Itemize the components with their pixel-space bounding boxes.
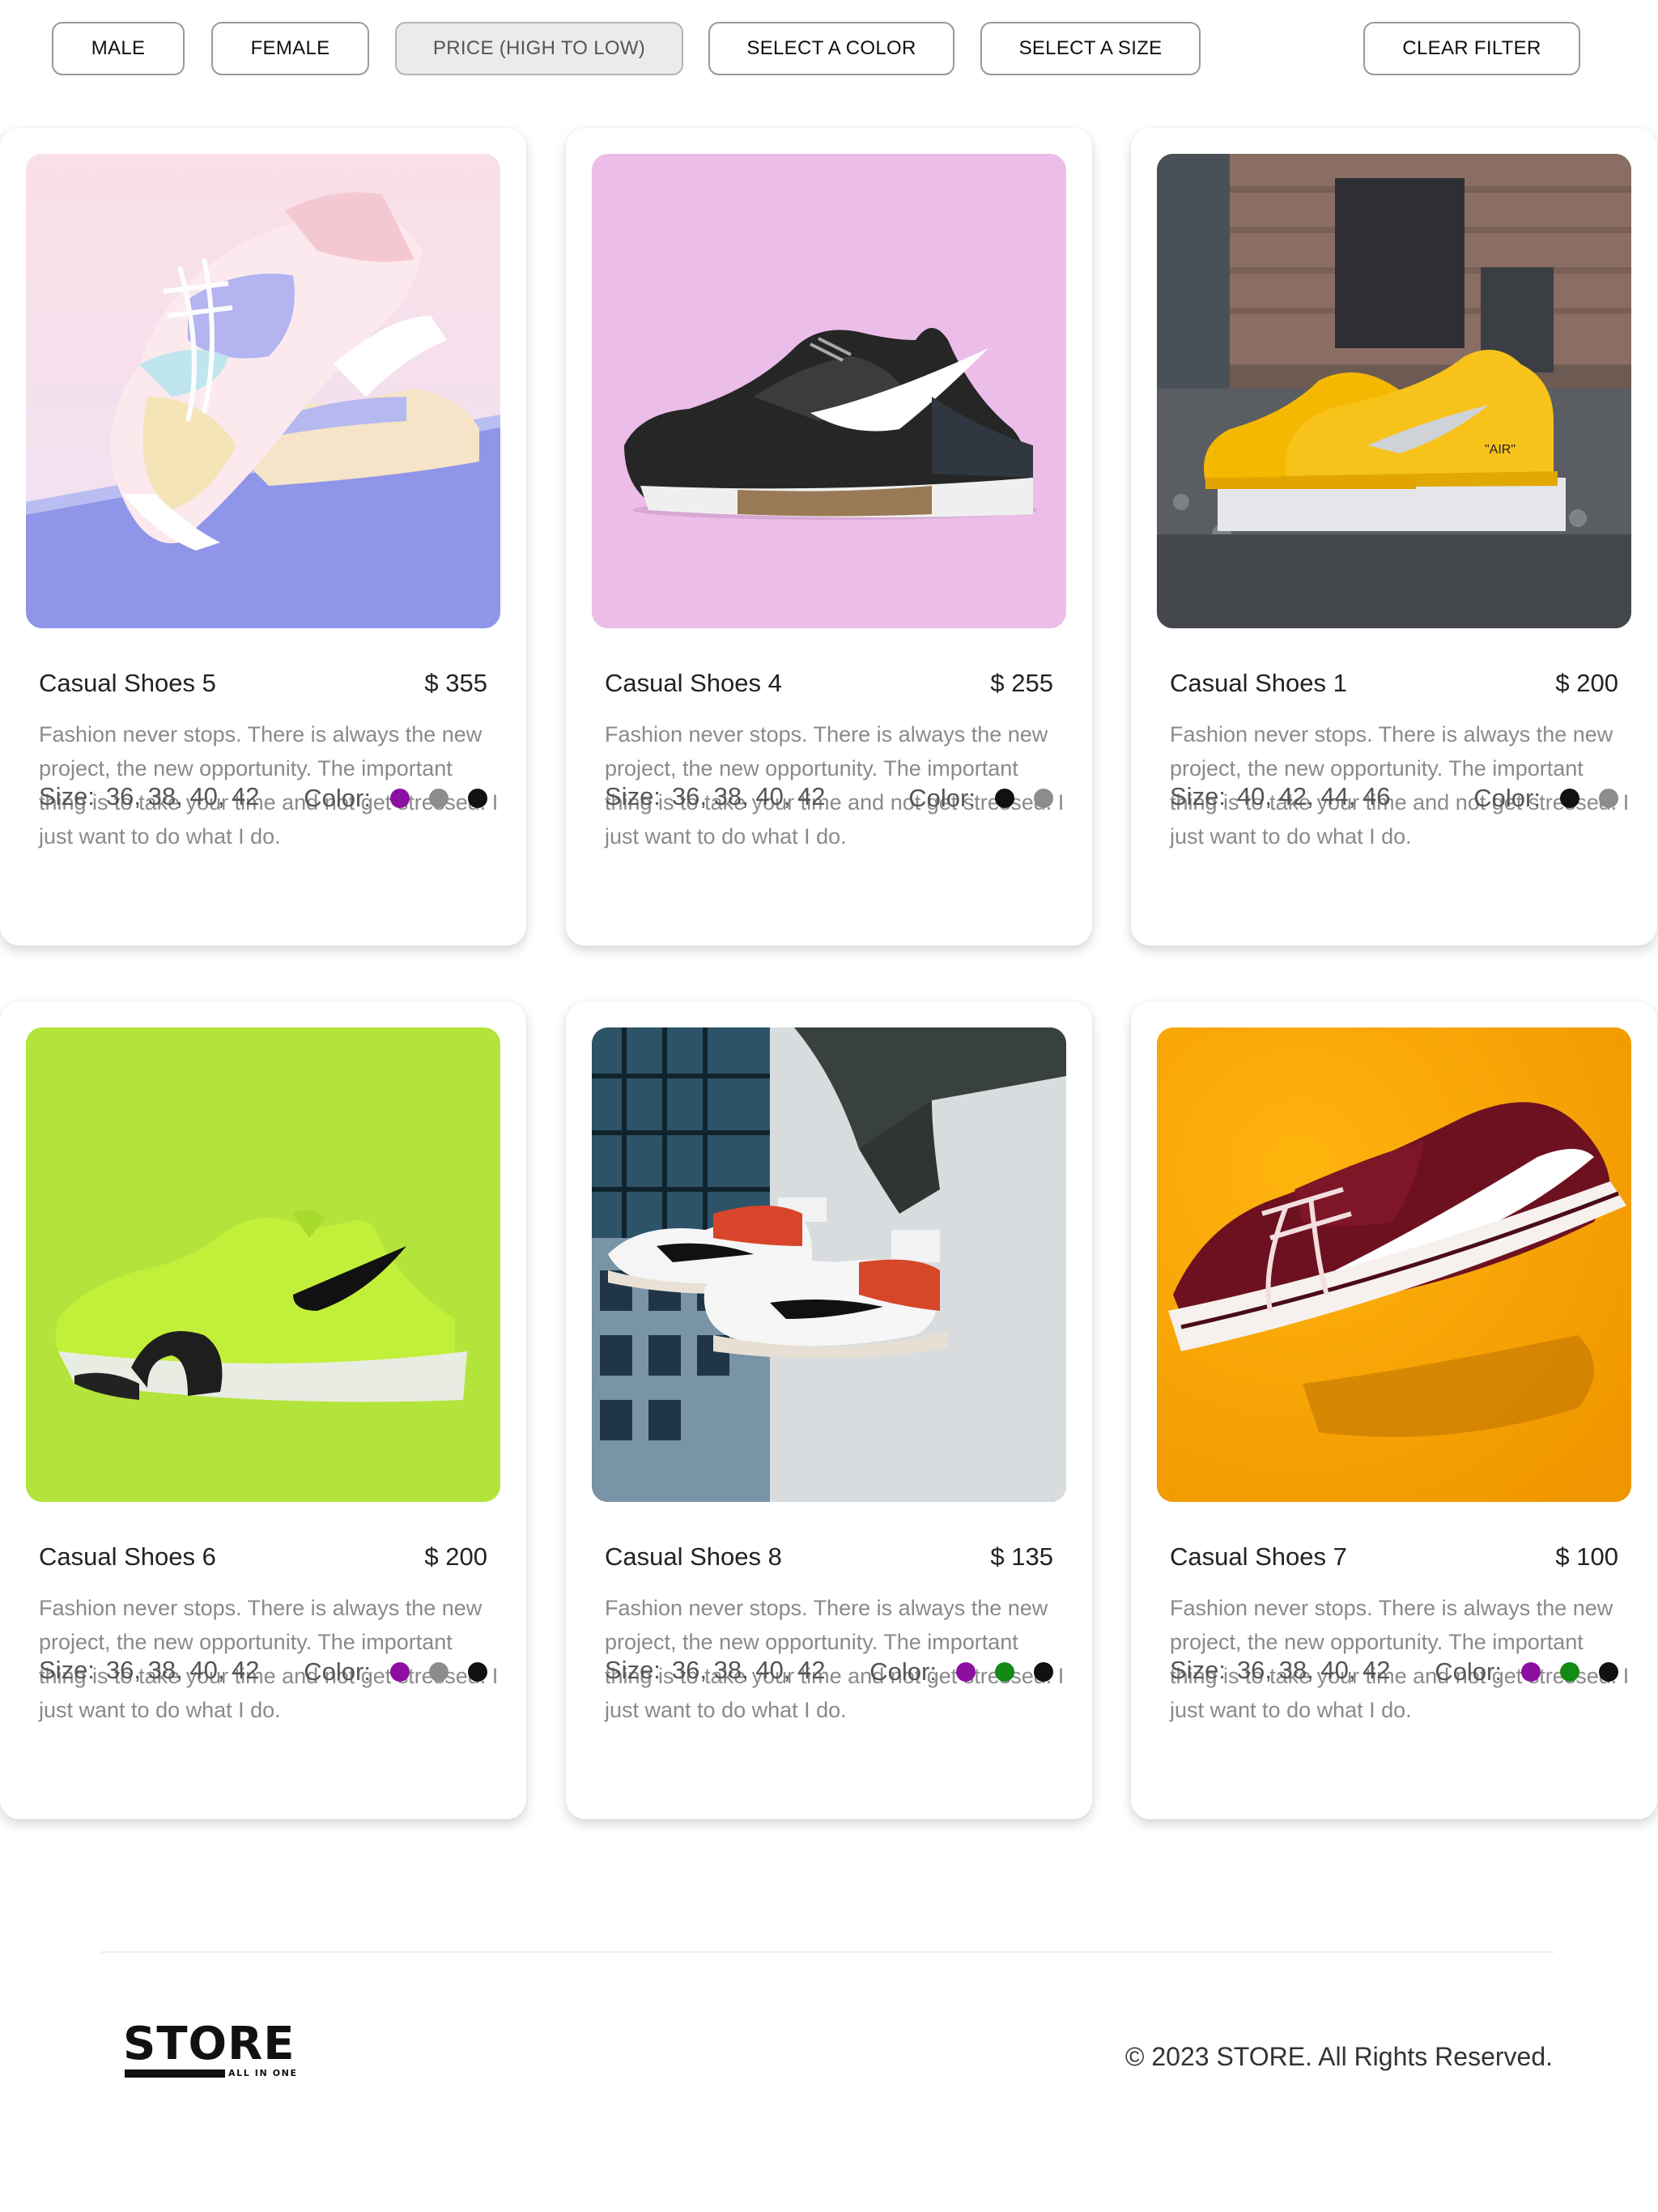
product-price: $ 135 [990,1542,1053,1571]
copyright-text: © 2023 STORE. All Rights Reserved. [1124,2042,1553,2071]
lime-runner-photo[interactable] [26,1027,500,1502]
color-swatch-gray[interactable] [1599,789,1618,808]
product-meta: Size: 36, 38, 40, 42 Color: [605,782,1053,815]
size-label: Size: [605,1656,661,1684]
filter-female-button[interactable]: FEMALE [211,22,369,75]
product-name[interactable]: Casual Shoes 7 [1170,1542,1347,1572]
size-label: Size: [1170,1656,1226,1684]
color-label: Color: [1435,1657,1502,1686]
size-label: Size: [39,1656,95,1684]
product-price: $ 355 [424,669,487,697]
product-meta: Size: 36, 38, 40, 42 Color: [39,1656,487,1688]
color-swatch-black[interactable] [468,1662,487,1682]
size-values: 36, 38, 40, 42 [671,782,826,810]
product-card[interactable]: Casual Shoes 7 $ 100 Fashion never stops. … [1131,1002,1657,1819]
color-label: Color: [1473,784,1541,812]
color-label: Color: [304,784,371,812]
size-info: Size: 36, 38, 40, 42 [605,1656,826,1685]
sort-price-button[interactable]: PRICE (HIGH TO LOW) [395,22,683,75]
color-label: Color: [304,1657,371,1686]
select-color-button[interactable]: SELECT A COLOR [708,22,954,75]
size-info: Size: 36, 38, 40, 42 [605,782,826,811]
product-price: $ 200 [1555,669,1618,697]
color-options: Color: [869,1656,1053,1688]
color-options: Color: [304,1656,487,1688]
color-label: Color: [869,1657,937,1686]
color-options: Color: [908,782,1053,815]
size-info: Size: 40, 42, 44, 46 [1170,782,1391,811]
size-values: 36, 38, 40, 42 [1236,1656,1391,1684]
color-swatch-black[interactable] [1034,1662,1053,1682]
color-swatch-gray[interactable] [429,1662,449,1682]
size-values: 36, 38, 40, 42 [105,1656,260,1684]
color-swatch-purple[interactable] [956,1662,976,1682]
logo-underline [125,2069,225,2078]
black-trainer-photo[interactable] [592,154,1066,628]
pastel-sneaker-photo[interactable] [26,154,500,628]
filter-bar: MALE FEMALE PRICE (HIGH TO LOW) SELECT A… [0,22,1658,75]
product-meta: Size: 36, 38, 40, 42 Color: [39,782,487,815]
size-values: 36, 38, 40, 42 [671,1656,826,1684]
store-logo[interactable]: STORE ALL IN ONE [123,2018,317,2079]
color-swatch-purple[interactable] [390,789,410,808]
product-name[interactable]: Casual Shoes 5 [39,669,216,698]
yellow-sneakers-photo[interactable]: "AIR" [1157,154,1631,628]
product-price: $ 100 [1555,1542,1618,1571]
color-options: Color: [1473,782,1618,815]
svg-text:"AIR": "AIR" [1485,443,1516,457]
product-meta: Size: 36, 38, 40, 42 Color: [1170,1656,1618,1688]
color-swatch-green[interactable] [1560,1662,1579,1682]
product-name[interactable]: Casual Shoes 6 [39,1542,216,1572]
size-values: 36, 38, 40, 42 [105,782,260,810]
color-swatch-purple[interactable] [390,1662,410,1682]
product-name[interactable]: Casual Shoes 8 [605,1542,782,1572]
product-card[interactable]: Casual Shoes 4 $ 255 Fashion never stops. … [566,128,1092,946]
footer-divider [100,1951,1554,1953]
filter-male-button[interactable]: MALE [52,22,185,75]
product-card[interactable]: Casual Shoes 8 $ 135 Fashion never stops. … [566,1002,1092,1819]
feet-sneakers-photo[interactable] [592,1027,1066,1502]
color-swatch-purple[interactable] [1521,1662,1541,1682]
product-card[interactable]: "AIR" Casual Shoes 1 $ 200 Fashion never s… [1131,128,1657,946]
color-options: Color: [304,782,487,815]
product-meta: Size: 40, 42, 44, 46 Color: [1170,782,1618,815]
size-label: Size: [605,782,661,810]
color-swatch-gray[interactable] [1034,789,1053,808]
select-size-button[interactable]: SELECT A SIZE [980,22,1201,75]
clear-filter-button[interactable]: CLEAR FILTER [1363,22,1580,75]
color-swatch-green[interactable] [995,1662,1014,1682]
product-name[interactable]: Casual Shoes 4 [605,669,782,698]
color-swatch-black[interactable] [1560,789,1579,808]
size-info: Size: 36, 38, 40, 42 [1170,1656,1391,1685]
size-values: 40, 42, 44, 46 [1236,782,1391,810]
color-swatch-black[interactable] [995,789,1014,808]
product-name[interactable]: Casual Shoes 1 [1170,669,1347,698]
size-info: Size: 36, 38, 40, 42 [39,782,260,811]
logo-wordmark: STORE [123,2018,295,2070]
color-label: Color: [908,784,976,812]
product-meta: Size: 36, 38, 40, 42 Color: [605,1656,1053,1688]
color-swatch-gray[interactable] [429,789,449,808]
maroon-skate-shoe-photo[interactable] [1157,1027,1631,1502]
logo-tagline: ALL IN ONE [228,2068,298,2078]
color-swatch-black[interactable] [1599,1662,1618,1682]
product-price: $ 255 [990,669,1053,697]
size-label: Size: [39,782,95,810]
product-card[interactable]: Casual Shoes 5 $ 355 Fashion never stops. … [0,128,526,946]
color-swatch-black[interactable] [468,789,487,808]
color-options: Color: [1435,1656,1618,1688]
size-label: Size: [1170,782,1226,810]
product-price: $ 200 [424,1542,487,1571]
size-info: Size: 36, 38, 40, 42 [39,1656,260,1685]
product-card[interactable]: Casual Shoes 6 $ 200 Fashion never stops. … [0,1002,526,1819]
